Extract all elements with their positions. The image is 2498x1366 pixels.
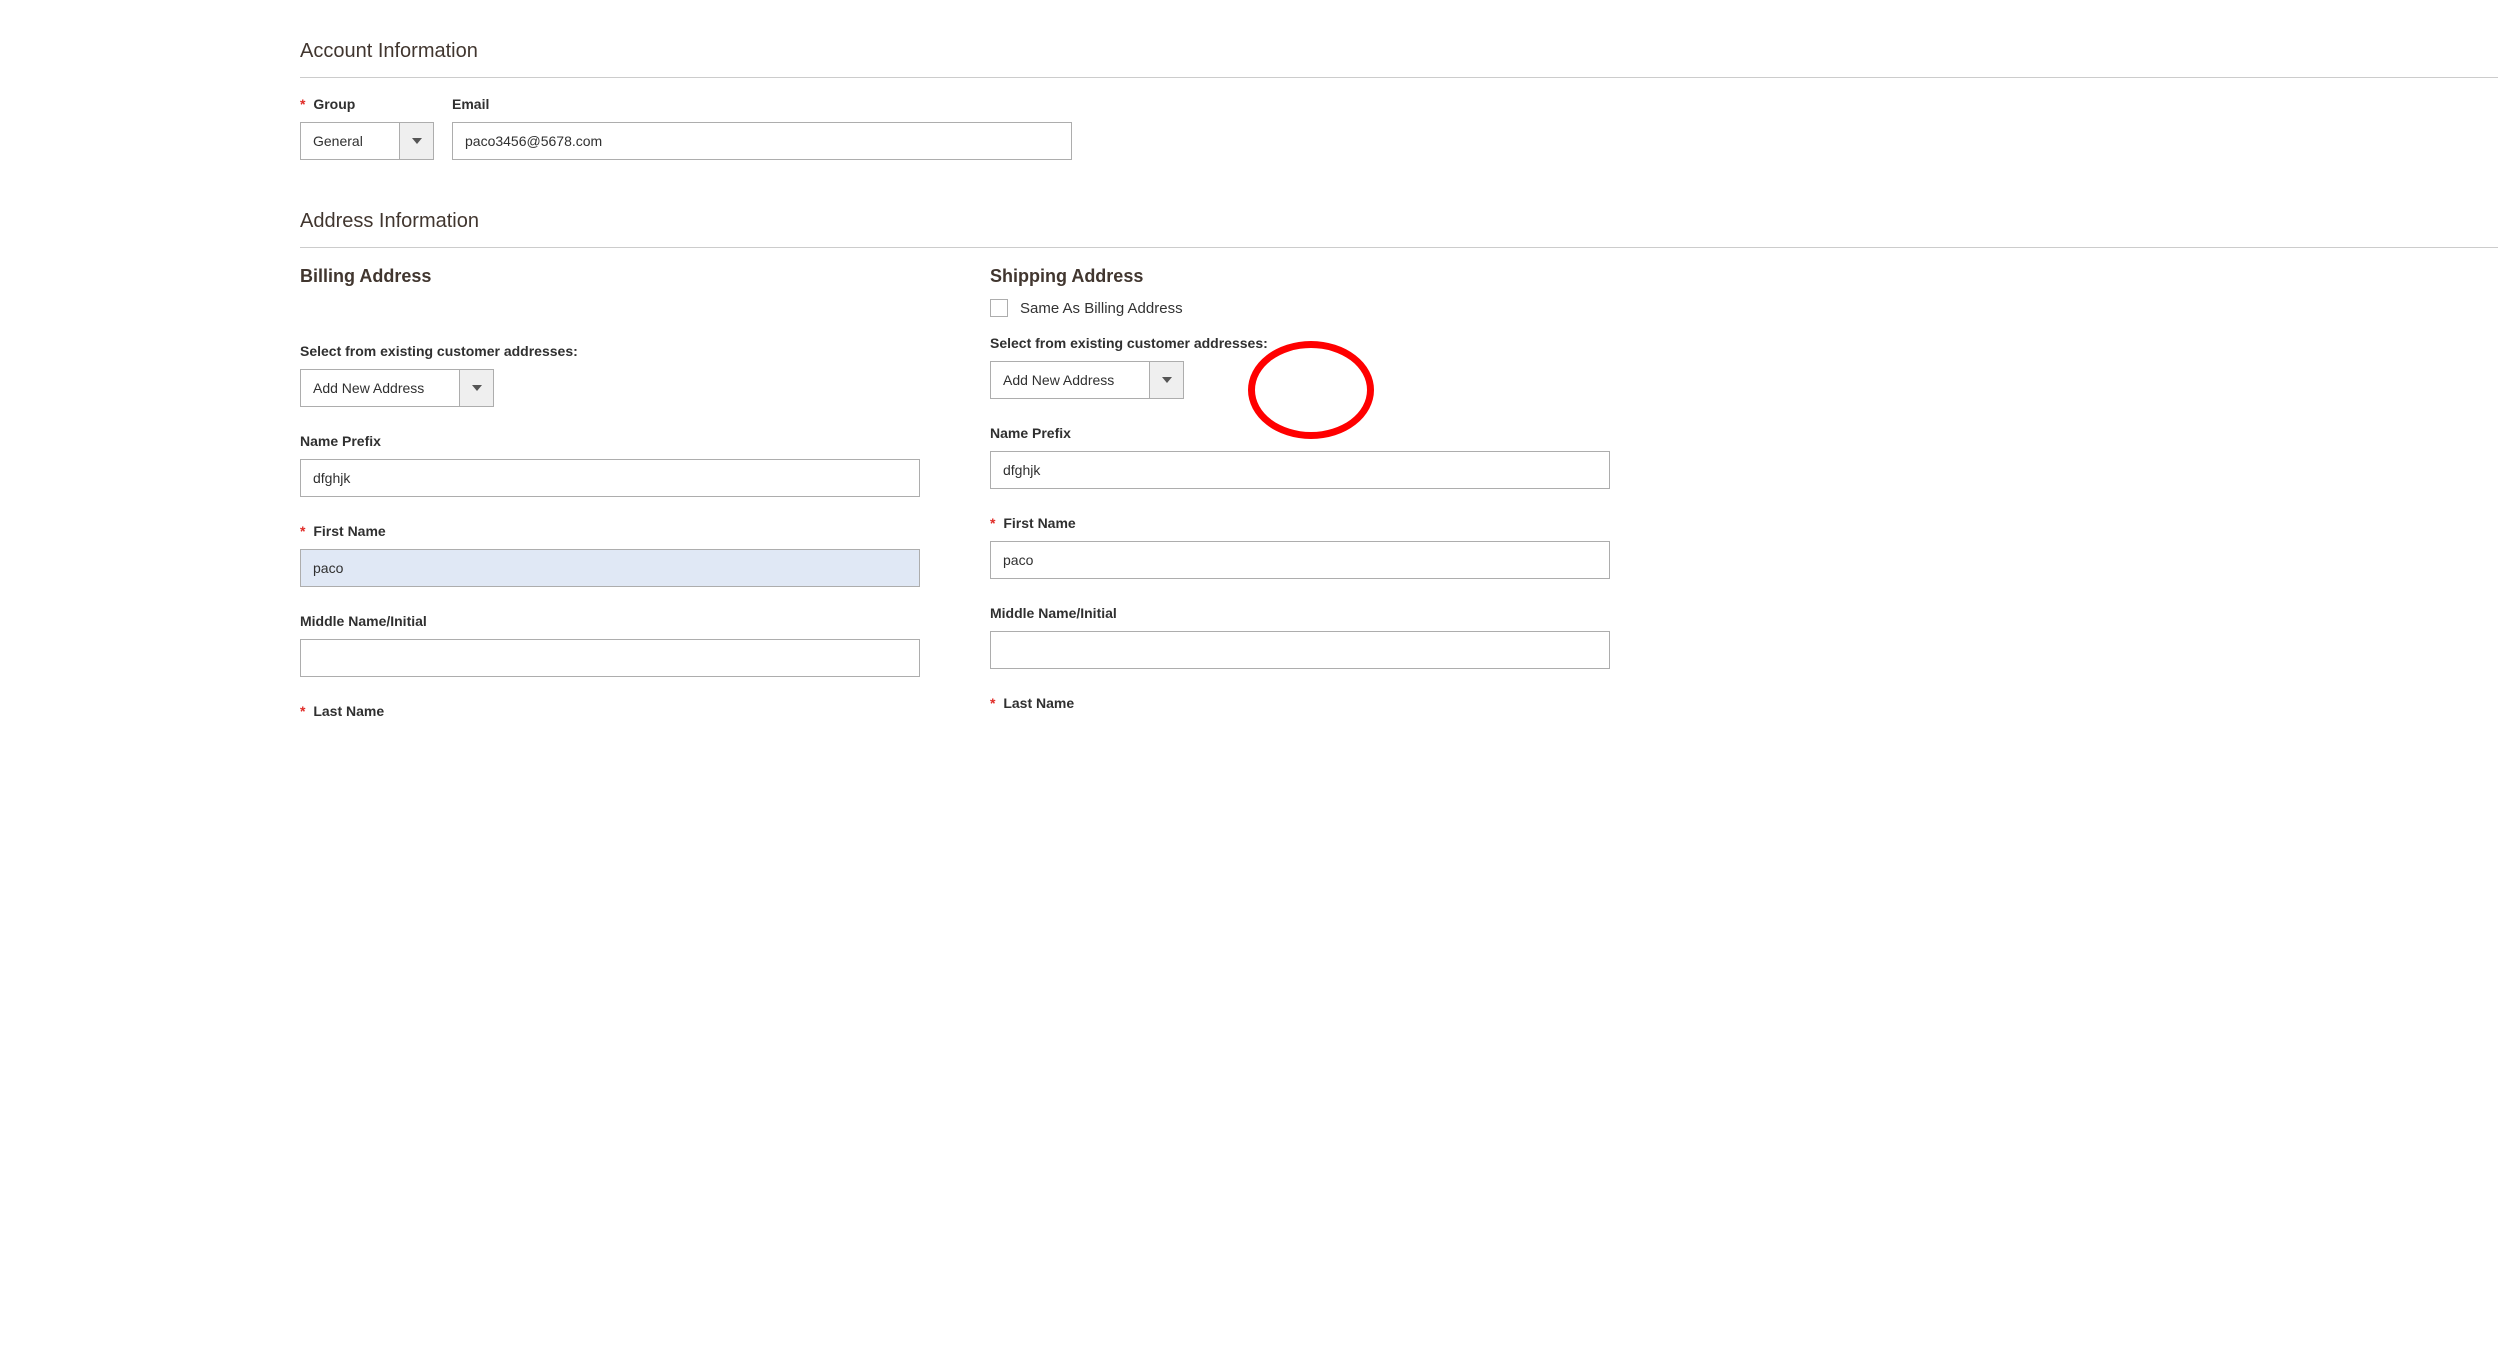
- same-as-billing-label: Same As Billing Address: [1020, 300, 1183, 317]
- required-asterisk: *: [300, 96, 305, 112]
- shipping-lastname-field: * Last Name: [990, 695, 1610, 711]
- billing-prefix-input[interactable]: [300, 459, 920, 497]
- required-asterisk: *: [990, 515, 995, 531]
- billing-address-select[interactable]: Add New Address: [300, 369, 920, 407]
- billing-firstname-label: * First Name: [300, 523, 920, 539]
- billing-lastname-label: * Last Name: [300, 703, 920, 719]
- shipping-firstname-field: * First Name: [990, 515, 1610, 579]
- billing-title: Billing Address: [300, 266, 920, 287]
- billing-middle-field: Middle Name/Initial: [300, 613, 920, 677]
- group-select[interactable]: General: [300, 122, 434, 160]
- chevron-down-icon: [412, 138, 422, 144]
- shipping-middle-label: Middle Name/Initial: [990, 605, 1610, 621]
- billing-column: Billing Address Select from existing cus…: [300, 266, 920, 745]
- billing-prefix-label: Name Prefix: [300, 433, 920, 449]
- chevron-down-icon: [472, 385, 482, 391]
- group-label: * Group: [300, 96, 434, 112]
- page-content: Account Information * Group General Emai…: [300, 40, 2498, 745]
- group-field: * Group General: [300, 96, 434, 160]
- account-row: * Group General Email: [300, 96, 2498, 160]
- shipping-column: Shipping Address Same As Billing Address…: [990, 266, 1610, 745]
- shipping-middle-input[interactable]: [990, 631, 1610, 669]
- address-section: Address Information Billing Address Sele…: [300, 210, 2498, 745]
- required-asterisk: *: [300, 523, 305, 539]
- shipping-existing-field: Select from existing customer addresses:…: [990, 335, 1610, 399]
- shipping-prefix-field: Name Prefix: [990, 425, 1610, 489]
- account-section: Account Information * Group General Emai…: [300, 40, 2498, 160]
- billing-firstname-input[interactable]: [300, 549, 920, 587]
- shipping-firstname-input[interactable]: [990, 541, 1610, 579]
- group-select-value: General: [300, 122, 400, 160]
- email-input[interactable]: [452, 122, 1072, 160]
- shipping-firstname-label: * First Name: [990, 515, 1610, 531]
- address-grid: Billing Address Select from existing cus…: [300, 266, 2498, 745]
- account-title: Account Information: [300, 40, 2498, 78]
- shipping-title: Shipping Address: [990, 266, 1610, 287]
- email-label: Email: [452, 96, 1072, 112]
- shipping-address-select-button[interactable]: [1150, 361, 1184, 399]
- shipping-prefix-label: Name Prefix: [990, 425, 1610, 441]
- group-select-button[interactable]: [400, 122, 434, 160]
- billing-address-select-button[interactable]: [460, 369, 494, 407]
- billing-middle-input[interactable]: [300, 639, 920, 677]
- chevron-down-icon: [1162, 377, 1172, 383]
- same-as-billing-row: Same As Billing Address: [990, 299, 1610, 317]
- same-as-billing-checkbox[interactable]: [990, 299, 1008, 317]
- billing-existing-field: Select from existing customer addresses:…: [300, 343, 920, 407]
- required-asterisk: *: [990, 695, 995, 711]
- shipping-prefix-input[interactable]: [990, 451, 1610, 489]
- shipping-address-select-value: Add New Address: [990, 361, 1150, 399]
- required-asterisk: *: [300, 703, 305, 719]
- billing-lastname-field: * Last Name: [300, 703, 920, 719]
- billing-address-select-value: Add New Address: [300, 369, 460, 407]
- billing-prefix-field: Name Prefix: [300, 433, 920, 497]
- shipping-address-select[interactable]: Add New Address: [990, 361, 1610, 399]
- billing-firstname-field: * First Name: [300, 523, 920, 587]
- shipping-existing-label: Select from existing customer addresses:: [990, 335, 1610, 351]
- billing-middle-label: Middle Name/Initial: [300, 613, 920, 629]
- billing-existing-label: Select from existing customer addresses:: [300, 343, 920, 359]
- shipping-middle-field: Middle Name/Initial: [990, 605, 1610, 669]
- email-field: Email: [452, 96, 1072, 160]
- shipping-lastname-label: * Last Name: [990, 695, 1610, 711]
- spacer: [300, 299, 920, 335]
- address-title: Address Information: [300, 210, 2498, 248]
